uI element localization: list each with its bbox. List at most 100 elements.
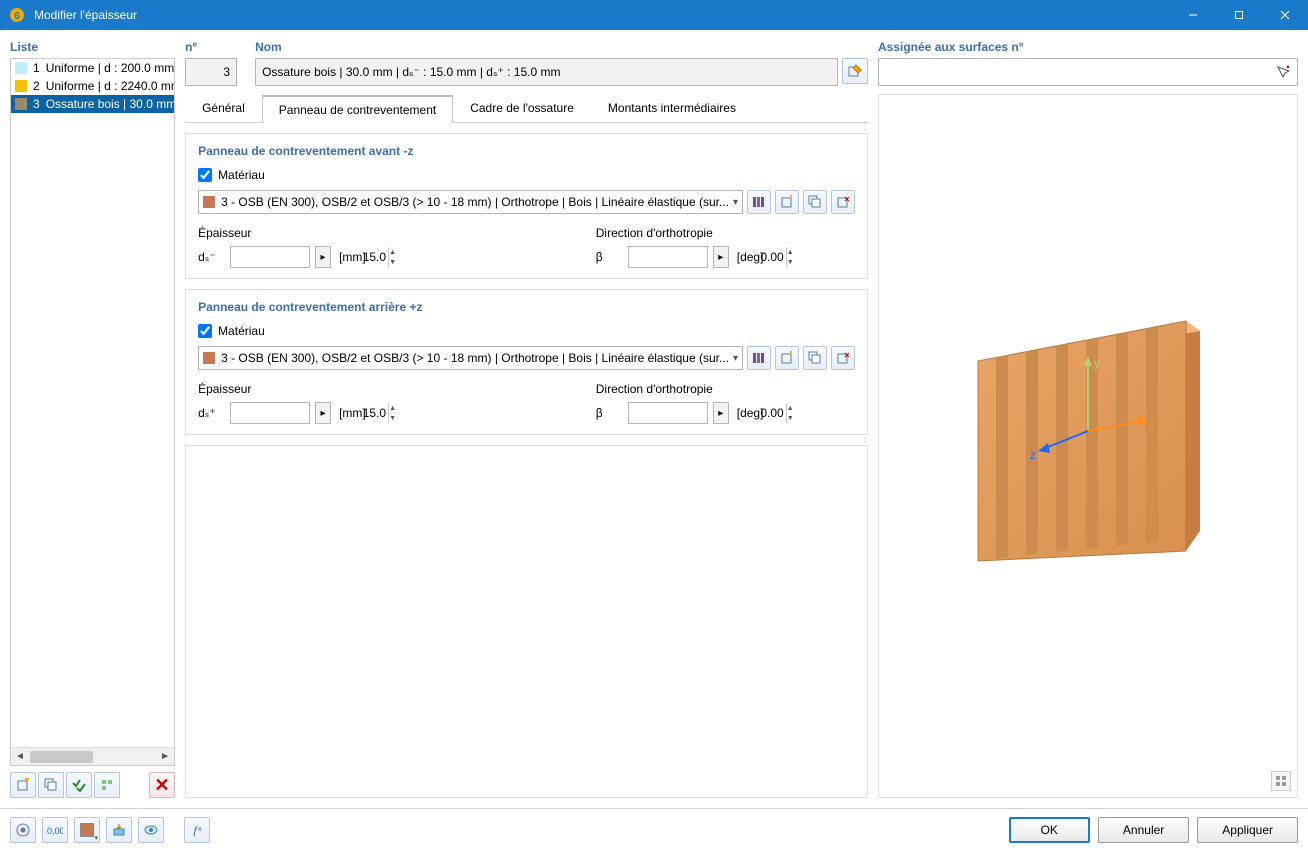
back-ortho-symbol: β xyxy=(596,406,622,420)
material-copy-button[interactable] xyxy=(803,346,827,370)
number-input[interactable] xyxy=(185,58,237,86)
back-thickness-unit: [mm] xyxy=(339,406,366,420)
tab-general[interactable]: Général xyxy=(185,94,262,122)
front-material-checkbox[interactable]: Matériau xyxy=(198,168,855,182)
material-new-button[interactable] xyxy=(775,190,799,214)
material-delete-button[interactable] xyxy=(831,190,855,214)
front-material-label: Matériau xyxy=(218,168,265,182)
spin-up-icon[interactable]: ▲ xyxy=(389,247,396,257)
empty-panel xyxy=(185,445,868,798)
step-button[interactable]: ▸ xyxy=(315,402,331,424)
list-item-label: Uniforme | d : 2240.0 mm | 1 - C3 xyxy=(46,79,174,93)
material-swatch-icon xyxy=(203,352,215,364)
new-item-button[interactable] xyxy=(10,772,36,798)
minimize-button[interactable] xyxy=(1170,0,1216,30)
back-ortho-label: Direction d'orthotropie xyxy=(596,382,764,396)
color-swatch-icon xyxy=(15,80,27,92)
back-ortho-input[interactable]: ▲▼ xyxy=(628,402,708,424)
step-button[interactable]: ▸ xyxy=(315,246,331,268)
svg-text:x: x xyxy=(1148,418,1154,432)
script-button[interactable]: ƒx xyxy=(184,817,210,843)
back-panel-title: Panneau de contreventement arrière +z xyxy=(198,300,855,314)
list-item-label: Ossature bois | 30.0 mm | dₛ⁻ : 1 xyxy=(46,97,174,111)
check-all-button[interactable] xyxy=(66,772,92,798)
list-item[interactable]: 1Uniforme | d : 200.0 mm | 1 - C30 xyxy=(11,59,174,77)
edit-name-button[interactable] xyxy=(842,58,868,84)
list-item[interactable]: 2 Uniforme | d : 2240.0 mm | 1 - C3 xyxy=(11,77,174,95)
svg-text:0,00: 0,00 xyxy=(47,826,63,836)
step-button[interactable]: ▸ xyxy=(713,402,729,424)
back-ortho-unit: [deg] xyxy=(737,406,764,420)
preview-3d[interactable]: y x z xyxy=(878,94,1298,798)
back-panel-group: Panneau de contreventement arrière +z Ma… xyxy=(185,289,868,435)
material-copy-button[interactable] xyxy=(803,190,827,214)
maximize-button[interactable] xyxy=(1216,0,1262,30)
name-label: Nom xyxy=(255,40,868,54)
preview-settings-button[interactable] xyxy=(1271,771,1291,791)
back-thickness-symbol: dₛ⁺ xyxy=(198,406,224,420)
list-item[interactable]: 3Ossature bois | 30.0 mm | dₛ⁻ : 1 xyxy=(11,95,174,113)
material-library-button[interactable] xyxy=(747,190,771,214)
spin-up-icon[interactable]: ▲ xyxy=(389,403,396,413)
help-button[interactable] xyxy=(10,817,36,843)
front-panel-group: Panneau de contreventement avant -z Maté… xyxy=(185,133,868,279)
spin-down-icon[interactable]: ▼ xyxy=(787,413,794,423)
tab-frame[interactable]: Cadre de l'ossature xyxy=(453,94,591,122)
spin-down-icon[interactable]: ▼ xyxy=(787,257,794,267)
back-material-check[interactable] xyxy=(198,324,212,338)
color-swatch-icon xyxy=(15,62,27,74)
name-input[interactable] xyxy=(255,58,838,86)
apply-button[interactable]: Appliquer xyxy=(1197,817,1298,843)
spin-up-icon[interactable]: ▲ xyxy=(787,247,794,257)
titlebar: 6 Modifier l'épaisseur xyxy=(0,0,1308,30)
list-item-number: 2 xyxy=(33,79,40,93)
horizontal-scrollbar[interactable]: ◄ ► xyxy=(11,747,174,765)
front-material-check[interactable] xyxy=(198,168,212,182)
color-swatch-icon xyxy=(15,98,27,110)
thickness-list[interactable]: 1Uniforme | d : 200.0 mm | 1 - C30 2 Unifo… xyxy=(10,58,175,766)
spin-down-icon[interactable]: ▼ xyxy=(389,257,396,267)
delete-item-button[interactable]: ✕ xyxy=(149,772,175,798)
front-ortho-label: Direction d'orthotropie xyxy=(596,226,764,240)
close-button[interactable] xyxy=(1262,0,1308,30)
back-thickness-label: Épaisseur xyxy=(198,382,366,396)
svg-text:6: 6 xyxy=(14,11,20,22)
wall-preview-icon: y x z xyxy=(938,301,1238,591)
view-button[interactable] xyxy=(138,817,164,843)
material-new-button[interactable] xyxy=(775,346,799,370)
svg-text:x: x xyxy=(198,826,202,833)
units-button[interactable]: 0,00 xyxy=(42,817,68,843)
window-title: Modifier l'épaisseur xyxy=(34,8,1170,22)
filter-button[interactable] xyxy=(94,772,120,798)
duplicate-item-button[interactable] xyxy=(38,772,64,798)
scroll-left-icon[interactable]: ◄ xyxy=(11,748,29,766)
svg-text:z: z xyxy=(1030,448,1036,462)
surfaces-input[interactable] xyxy=(883,59,1273,85)
front-thickness-unit: [mm] xyxy=(339,250,366,264)
spin-up-icon[interactable]: ▲ xyxy=(787,403,794,413)
pick-surfaces-button[interactable] xyxy=(1273,65,1293,79)
number-label: n° xyxy=(185,40,245,54)
ok-button[interactable]: OK xyxy=(1009,817,1090,843)
chevron-down-icon: ▾ xyxy=(733,197,738,208)
back-thickness-input[interactable]: ▲▼ xyxy=(230,402,310,424)
front-thickness-label: Épaisseur xyxy=(198,226,366,240)
tab-intermediate-studs[interactable]: Montants intermédiaires xyxy=(591,94,753,122)
material-delete-button[interactable] xyxy=(831,346,855,370)
back-material-label: Matériau xyxy=(218,324,265,338)
step-button[interactable]: ▸ xyxy=(713,246,729,268)
scroll-right-icon[interactable]: ► xyxy=(156,748,174,766)
front-ortho-input[interactable]: ▲▼ xyxy=(628,246,708,268)
assign-button[interactable] xyxy=(106,817,132,843)
back-material-checkbox[interactable]: Matériau xyxy=(198,324,855,338)
material-library-button[interactable] xyxy=(747,346,771,370)
back-material-dropdown[interactable]: 3 - OSB (EN 300), OSB/2 et OSB/3 (> 10 -… xyxy=(198,346,743,370)
front-material-dropdown[interactable]: 3 - OSB (EN 300), OSB/2 et OSB/3 (> 10 -… xyxy=(198,190,743,214)
list-item-label: Uniforme | d : 200.0 mm | 1 - C30 xyxy=(46,61,174,75)
tab-bracing-panel[interactable]: Panneau de contreventement xyxy=(262,95,453,123)
cancel-button[interactable]: Annuler xyxy=(1098,817,1189,843)
color-button[interactable]: ▾ xyxy=(74,817,100,843)
chevron-down-icon: ▾ xyxy=(733,353,738,364)
spin-down-icon[interactable]: ▼ xyxy=(389,413,396,423)
front-thickness-input[interactable]: ▲▼ xyxy=(230,246,310,268)
